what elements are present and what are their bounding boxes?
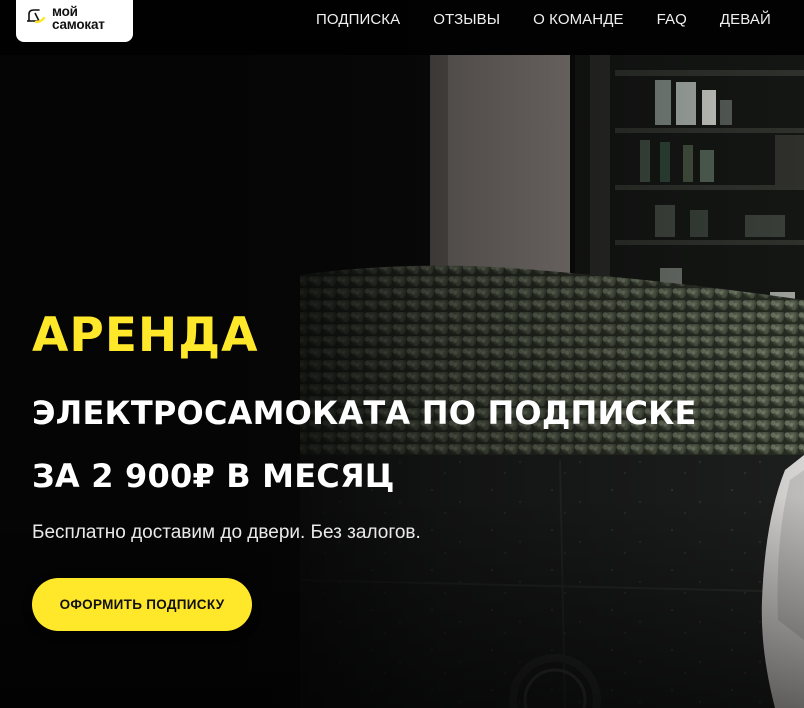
scooter-logo-icon (27, 9, 46, 24)
hero-title-line3: ЗА 2 900₽ В МЕСЯЦ (32, 457, 395, 495)
nav-item-about-team[interactable]: О КОМАНДЕ (533, 11, 623, 28)
hero-subtitle: Бесплатно доставим до двери. Без залогов… (32, 522, 421, 543)
nav-item-faq[interactable]: FAQ (657, 11, 687, 28)
hero-content: АРЕНДА ЭЛЕКТРОСАМОКАТА ПО ПОДПИСКЕ ЗА 2 … (32, 308, 697, 631)
logo-link[interactable]: мой самокат (16, 0, 133, 42)
hero-title-accent: АРЕНДА (32, 308, 259, 363)
main-navigation: ПОДПИСКА ОТЗЫВЫ О КОМАНДЕ FAQ ДЕВАЙ (300, 0, 788, 38)
subscribe-button[interactable]: ОФОРМИТЬ ПОДПИСКУ (32, 578, 252, 631)
logo-wordmark: мой самокат (52, 5, 105, 32)
nav-item-reviews[interactable]: ОТЗЫВЫ (433, 11, 500, 28)
logo-line2: самокат (52, 17, 105, 32)
hero-section: мой самокат ПОДПИСКА ОТЗЫВЫ О КОМАНДЕ FA… (0, 0, 804, 708)
nav-item-subscription[interactable]: ПОДПИСКА (316, 11, 400, 28)
hero-title-line2: ЭЛЕКТРОСАМОКАТА ПО ПОДПИСКЕ (32, 394, 697, 432)
nav-item-devices[interactable]: ДЕВАЙ (720, 11, 771, 28)
site-header: мой самокат ПОДПИСКА ОТЗЫВЫ О КОМАНДЕ FA… (0, 0, 804, 55)
